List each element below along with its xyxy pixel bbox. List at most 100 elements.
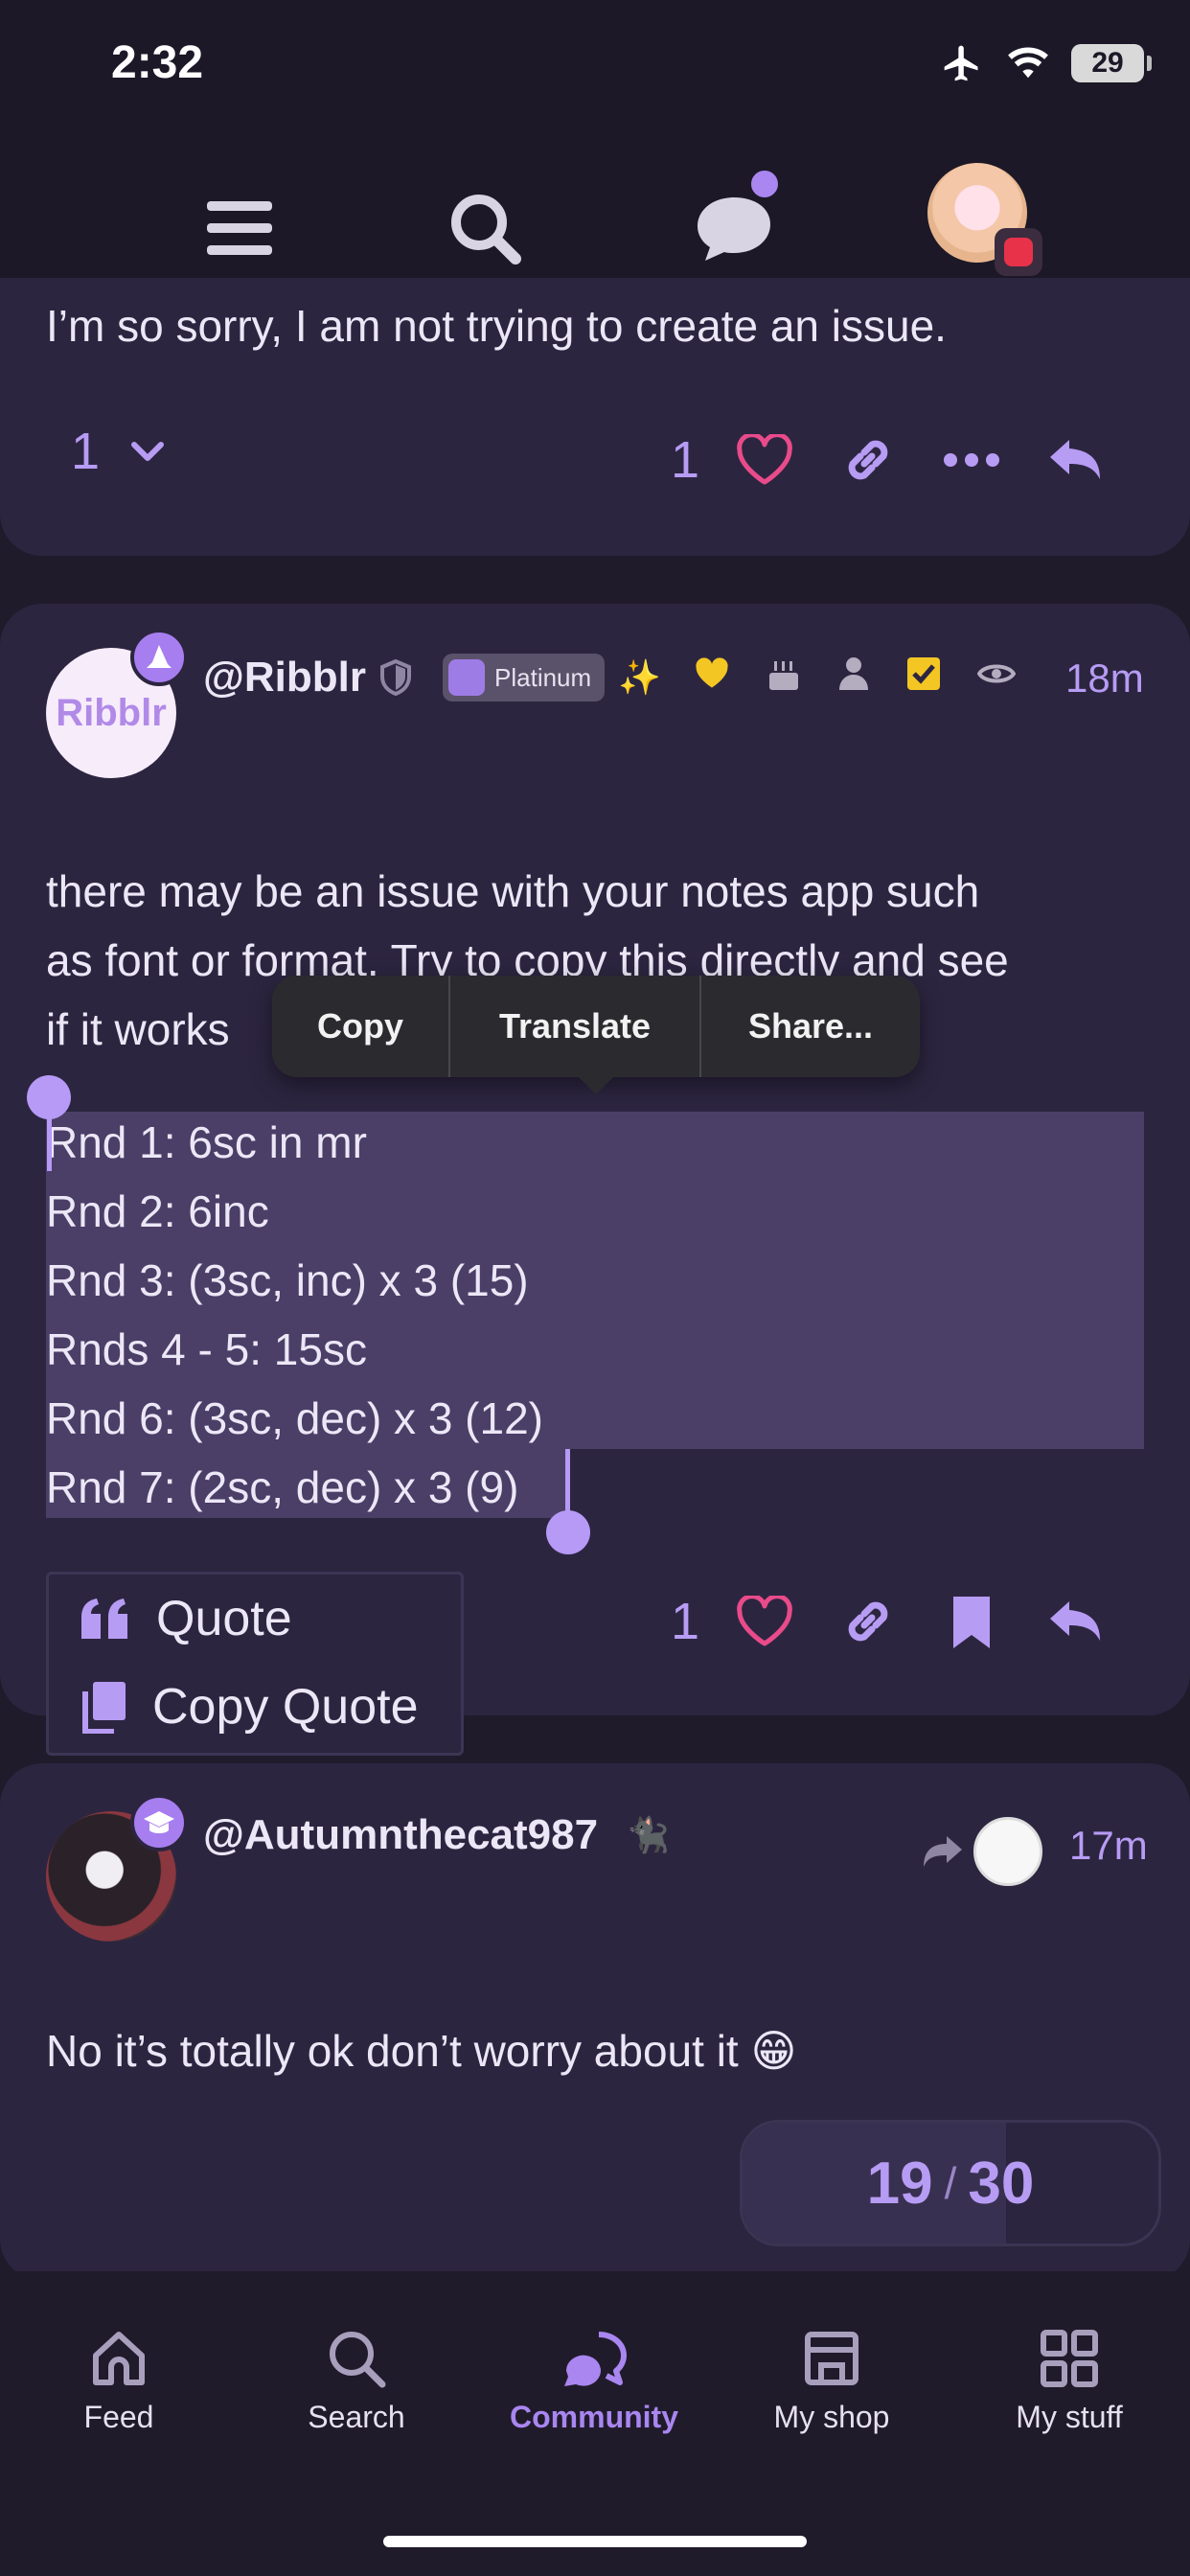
wizard-hat-icon: [130, 629, 188, 686]
bookmark-icon: [953, 1597, 991, 1648]
sparkles-icon: ✨: [618, 657, 661, 697]
quote-icon: [81, 1598, 127, 1639]
author-username[interactable]: @Autumnthecat987: [203, 1811, 598, 1859]
platinum-icon: [448, 659, 486, 696]
alert-badge-icon: [995, 228, 1042, 276]
like-button[interactable]: [726, 1583, 803, 1660]
share-menu-item[interactable]: Share...: [701, 976, 920, 1077]
progress-current: 19: [866, 2150, 933, 2217]
selected-text[interactable]: Rnd 1: 6sc in mr Rnd 2: 6inc Rnd 3: (3sc…: [46, 1108, 543, 1522]
profile-avatar-button[interactable]: [927, 163, 1042, 276]
reply-icon: [1050, 1601, 1101, 1641]
pattern-line: Rnd 6: (3sc, dec) x 3 (12): [46, 1393, 543, 1443]
home-indicator[interactable]: [383, 2536, 807, 2547]
share-arrow-icon: [924, 1836, 962, 1867]
author-avatar[interactable]: [46, 1794, 188, 1942]
like-count: 1: [671, 431, 700, 489]
status-icons: 29: [939, 42, 1152, 84]
search-icon: [330, 2332, 386, 2388]
heart-icon: [737, 1596, 792, 1646]
platinum-label: Platinum: [494, 662, 592, 692]
author-info: @Ribblr Platinum ✨: [203, 654, 661, 702]
messages-button[interactable]: [676, 165, 791, 286]
selection-end-caret: [565, 1449, 570, 1518]
post-actions: 1: [671, 1583, 1113, 1660]
notification-dot: [745, 165, 784, 203]
battery-indicator: 29: [1071, 44, 1152, 82]
author-badges: [694, 656, 1016, 692]
shield-icon: [380, 659, 412, 696]
copy-menu-item[interactable]: Copy: [272, 976, 448, 1077]
graduation-cap-icon: [130, 1794, 188, 1852]
progress-separator: /: [944, 2158, 957, 2208]
avatar: [927, 163, 1042, 276]
pattern-line: Rnd 7: (2sc, dec) x 3 (9): [46, 1462, 519, 1512]
tab-my-stuff[interactable]: My stuff: [950, 2329, 1188, 2435]
post-actions: 1: [671, 422, 1113, 498]
post-text: I’m so sorry, I am not trying to create …: [46, 301, 947, 351]
quote-menu: Quote Copy Quote: [46, 1572, 464, 1756]
like-button[interactable]: [726, 422, 803, 498]
search-button[interactable]: [427, 171, 542, 286]
author-avatar[interactable]: Ribblr: [46, 629, 188, 778]
post-progress-indicator[interactable]: 19 / 30: [740, 2120, 1161, 2246]
quote-label: Quote: [156, 1591, 292, 1646]
ellipsis-icon: [944, 453, 1000, 467]
link-icon: [848, 1601, 888, 1642]
reply-button[interactable]: [1037, 422, 1113, 498]
tab-label: My stuff: [1016, 2400, 1123, 2434]
post-time: 17m: [1069, 1823, 1148, 1868]
cake-icon: [769, 661, 798, 690]
selection-start-caret: [47, 1112, 52, 1171]
pattern-line: Rnd 2: 6inc: [46, 1186, 269, 1236]
context-menu-pointer: [575, 1073, 617, 1094]
tab-label: Feed: [83, 2400, 154, 2434]
reply-icon: [1050, 440, 1101, 479]
copy-link-button[interactable]: [830, 422, 906, 498]
vote-count: 1: [71, 423, 101, 480]
author-username[interactable]: @Ribblr: [203, 654, 366, 702]
author-info: @Autumnthecat987 🐈‍⬛: [203, 1811, 670, 1859]
heart-icon: [737, 434, 792, 485]
tab-label: Search: [308, 2400, 405, 2434]
vote-dropdown[interactable]: 1: [71, 422, 167, 481]
home-icon: [93, 2332, 145, 2385]
community-chat-icon: [564, 2332, 627, 2386]
reply-to-indicator[interactable]: [922, 1817, 1042, 1886]
like-count: 1: [671, 1593, 700, 1650]
selection-end-handle[interactable]: [546, 1510, 590, 1554]
tab-label: Community: [510, 2400, 678, 2434]
grid-icon: [1041, 2330, 1098, 2387]
more-options-button[interactable]: [933, 422, 1010, 498]
hamburger-icon: [207, 201, 272, 255]
copy-link-button[interactable]: [830, 1583, 906, 1660]
quote-button[interactable]: Quote: [49, 1575, 461, 1663]
heart-badge-icon: [696, 657, 728, 688]
tab-search[interactable]: Search: [238, 2329, 475, 2435]
checkbox-icon: [907, 657, 940, 690]
progress-label: 19 / 30: [743, 2123, 1158, 2243]
tab-my-shop[interactable]: My shop: [713, 2329, 950, 2435]
airplane-icon: [944, 45, 978, 81]
tab-community[interactable]: Community: [475, 2329, 713, 2435]
reply-button[interactable]: [1037, 1583, 1113, 1660]
cat-icon: 🐈‍⬛: [627, 1815, 670, 1854]
link-icon: [848, 440, 888, 480]
bookmark-button[interactable]: [933, 1583, 1010, 1660]
tab-label: My shop: [773, 2400, 890, 2434]
wifi-icon: [1008, 47, 1048, 79]
text-context-menu: Copy Translate Share...: [272, 976, 920, 1077]
pattern-line: Rnds 4 - 5: 15sc: [46, 1324, 367, 1374]
person-icon: [839, 657, 868, 690]
bottom-navigation: Feed Search Community My shop My stuff: [0, 2271, 1190, 2576]
status-bar: 2:32 29: [0, 0, 1190, 134]
post-text: No it’s totally ok don’t worry about it …: [46, 2026, 797, 2076]
copy-quote-button[interactable]: Copy Quote: [49, 1663, 461, 1751]
search-icon: [451, 195, 521, 264]
post-time: 18m: [1065, 656, 1144, 701]
tab-feed[interactable]: Feed: [0, 2329, 238, 2435]
translate-menu-item[interactable]: Translate: [450, 976, 699, 1077]
pattern-line: Rnd 1: 6sc in mr: [46, 1117, 367, 1167]
progress-total: 30: [968, 2150, 1035, 2217]
menu-button[interactable]: [182, 171, 297, 286]
